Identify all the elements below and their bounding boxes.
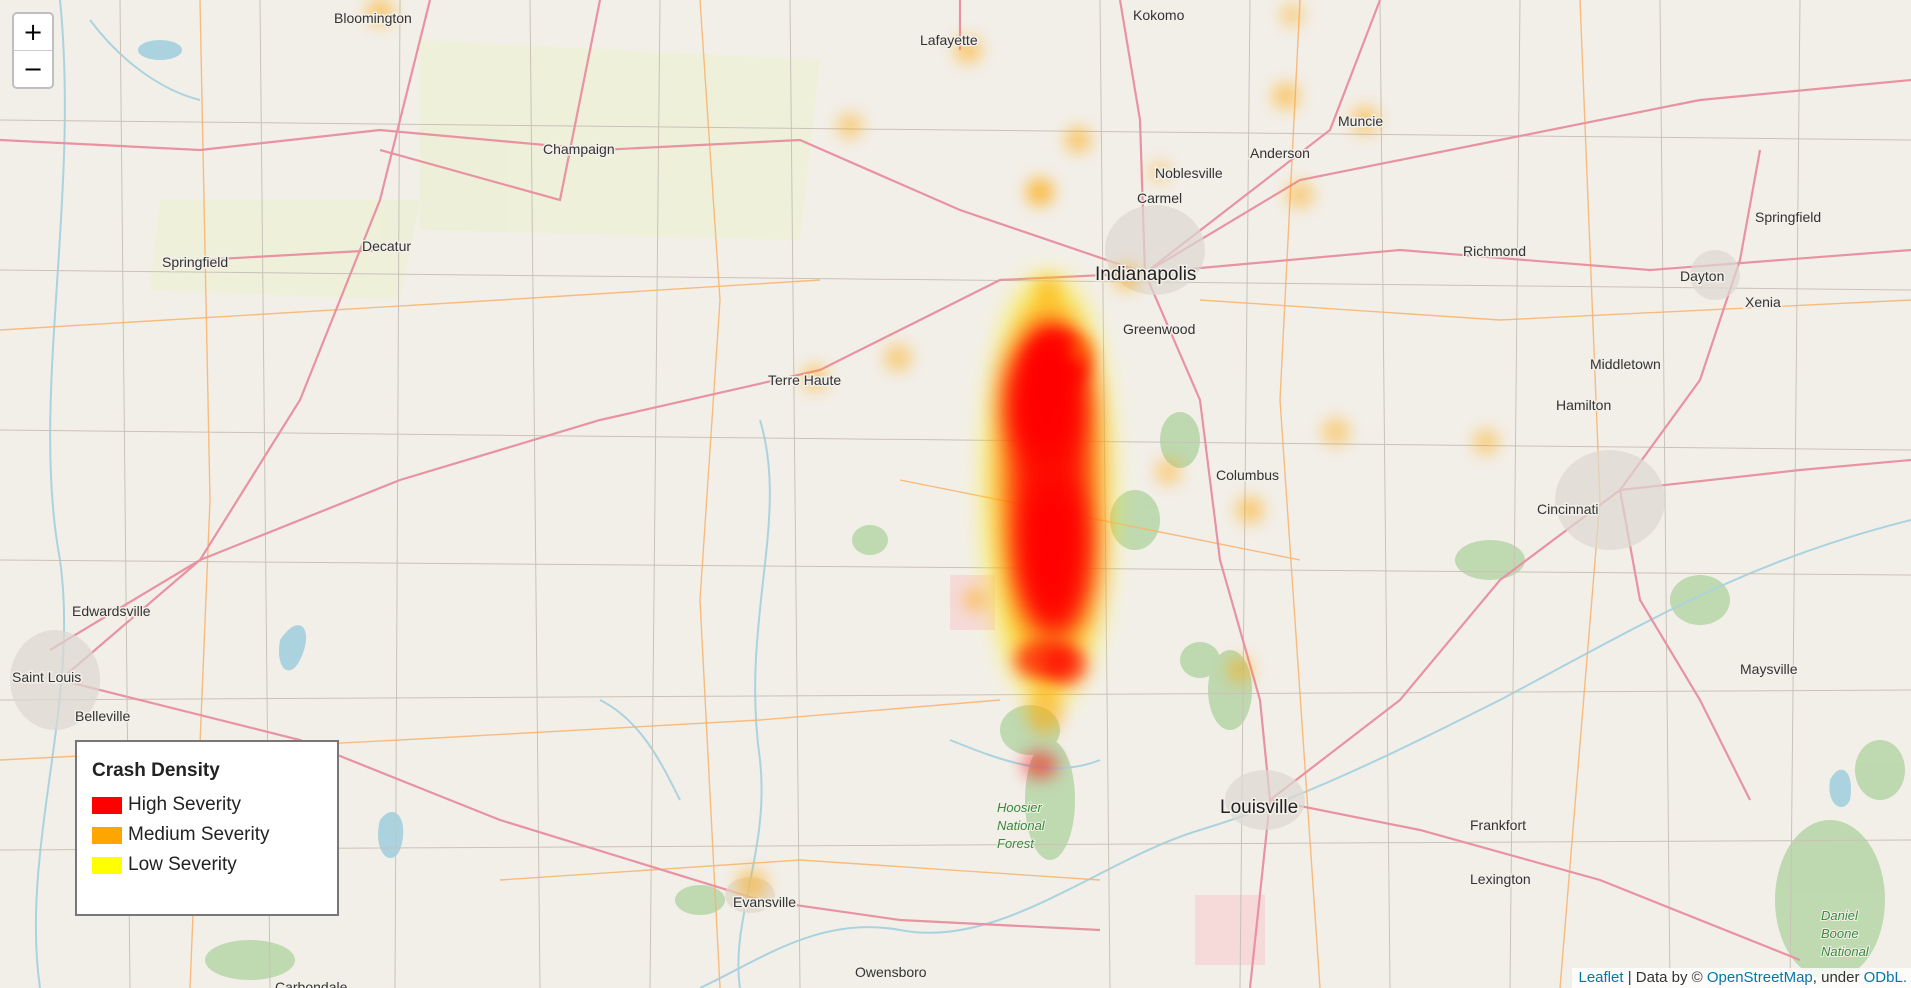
heat-spot-medium	[884, 344, 912, 372]
heat-spot-medium	[1286, 181, 1314, 209]
forest-label: Hoosier	[997, 800, 1042, 815]
heat-spot-medium	[1026, 178, 1054, 206]
heat-spot-high	[1043, 645, 1087, 685]
heat-spot-medium	[963, 588, 987, 612]
city-label: Kokomo	[1133, 7, 1185, 23]
legend-label-low: Low Severity	[128, 854, 237, 875]
forest-label: Boone	[1821, 926, 1859, 941]
heat-spot-medium	[1236, 496, 1264, 524]
city-label: Noblesville	[1155, 165, 1223, 181]
city-label: Xenia	[1745, 294, 1781, 310]
attribution-under: , under	[1812, 969, 1864, 986]
osm-link[interactable]: OpenStreetMap	[1707, 969, 1813, 986]
zoom-in-button[interactable]: +	[14, 14, 52, 50]
city-label: Springfield	[1755, 209, 1821, 225]
map-container[interactable]: Bloomington Kokomo Lafayette Muncie Champaig…	[0, 0, 1911, 988]
city-label: Middletown	[1590, 356, 1661, 372]
zoom-control: + −	[12, 12, 54, 89]
city-label: Terre Haute	[768, 372, 841, 388]
city-label: Evansville	[733, 894, 796, 910]
city-label: Owensboro	[855, 964, 927, 980]
heat-spot-medium	[1272, 82, 1300, 110]
legend-swatch-medium	[92, 826, 122, 844]
city-label: Muncie	[1338, 113, 1383, 129]
heat-spot-medium	[1473, 429, 1499, 455]
city-label: Decatur	[362, 238, 411, 254]
legend-item-high: High Severity	[92, 790, 322, 820]
city-label: Saint Louis	[12, 669, 81, 685]
city-label: Frankfort	[1470, 817, 1526, 833]
city-label: Cincinnati	[1537, 501, 1598, 517]
city-label: Edwardsville	[72, 603, 151, 619]
city-label: Lafayette	[920, 32, 978, 48]
city-label: Anderson	[1250, 145, 1310, 161]
legend-label-medium: Medium Severity	[128, 824, 270, 845]
heat-core-high	[1019, 480, 1091, 640]
city-label: Indianapolis	[1095, 264, 1196, 285]
city-label: Greenwood	[1123, 321, 1195, 337]
city-label: Springfield	[162, 254, 228, 270]
city-label: Belleville	[75, 708, 130, 724]
city-label: Lexington	[1470, 871, 1531, 887]
heat-spot-high	[1022, 751, 1058, 779]
crash-density-legend: Crash Density High Severity Medium Sever…	[75, 740, 339, 916]
forest-label: National	[1821, 944, 1870, 959]
heat-spot-medium	[1070, 338, 1094, 362]
legend-swatch-high	[92, 796, 122, 814]
city-label: Bloomington	[334, 10, 412, 26]
attribution-separator: | Data by ©	[1623, 969, 1707, 986]
forest-label: Daniel	[1821, 908, 1859, 923]
city-label: Champaign	[543, 141, 615, 157]
city-label: Hamilton	[1556, 397, 1611, 413]
legend-title: Crash Density	[92, 760, 220, 781]
city-label: Louisville	[1220, 797, 1298, 818]
map-attribution: Leaflet | Data by © OpenStreetMap, under…	[1572, 968, 1911, 988]
legend-swatch-low	[92, 856, 122, 874]
forest-label: Forest	[997, 836, 1035, 851]
legend-item-medium: Medium Severity	[92, 820, 322, 850]
city-label: Richmond	[1463, 243, 1526, 259]
legend-item-low: Low Severity	[92, 850, 322, 880]
forest-label: National	[997, 818, 1046, 833]
city-label: Maysville	[1740, 661, 1798, 677]
city-label: Carmel	[1137, 190, 1182, 206]
legend-label-high: High Severity	[128, 794, 241, 815]
heat-spot-medium	[1155, 459, 1181, 485]
heat-spot-medium	[1034, 276, 1062, 304]
leaflet-link[interactable]: Leaflet	[1578, 969, 1623, 986]
heat-spot-medium	[1065, 127, 1091, 153]
city-label: Columbus	[1216, 467, 1279, 483]
zoom-out-button[interactable]: −	[14, 50, 52, 87]
city-label: Carbondale	[275, 979, 348, 988]
heat-spot-medium	[1027, 685, 1063, 735]
heat-spot-medium	[1280, 3, 1304, 27]
heat-spot-medium	[1322, 418, 1350, 446]
city-label: Dayton	[1680, 268, 1724, 284]
odbl-link[interactable]: ODbL.	[1864, 969, 1907, 986]
heat-spot-medium	[837, 113, 863, 139]
heat-spot-medium	[1227, 657, 1253, 683]
